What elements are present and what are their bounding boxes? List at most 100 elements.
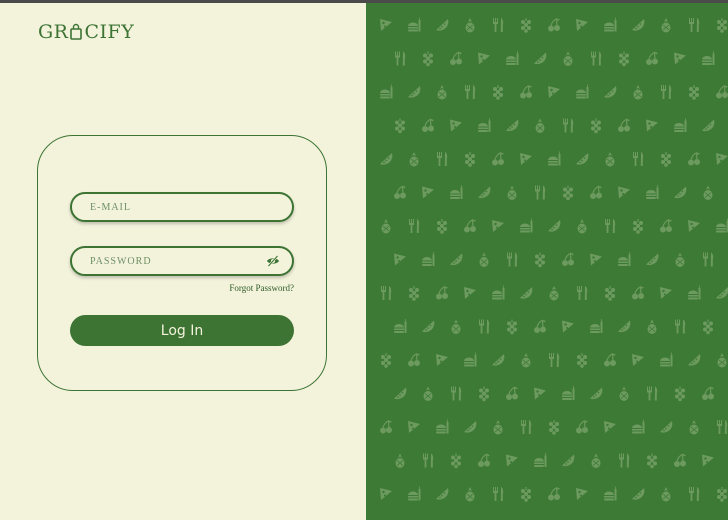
grapes-icon [479, 386, 489, 402]
pineapple-icon [535, 118, 545, 134]
grapes-icon [717, 487, 727, 502]
pineapple-icon [661, 486, 671, 502]
fork-knife-icon [395, 51, 406, 66]
cherries-icon [435, 285, 449, 301]
fork-knife-icon [689, 487, 700, 501]
pizza-slice-icon [548, 86, 560, 98]
pineapple-icon [675, 252, 685, 268]
cherries-icon [561, 252, 575, 267]
grapes-icon [451, 453, 461, 469]
fork-knife-icon [493, 487, 504, 501]
pineapple-icon [479, 252, 489, 268]
watermelon-icon [632, 488, 645, 500]
watermelon-icon [408, 86, 421, 98]
password-input[interactable] [90, 248, 260, 274]
cherries-icon [547, 17, 561, 33]
grapes-icon [577, 353, 587, 368]
watermelon-icon [590, 387, 603, 400]
cherries-icon [701, 386, 715, 401]
watermelon-icon [478, 186, 491, 199]
pizza-slice-icon [520, 153, 532, 165]
watermelon-icon [394, 387, 407, 400]
pineapple-icon [563, 51, 573, 67]
watermelon-icon [534, 52, 547, 65]
cherries-icon [477, 453, 491, 468]
burger-drink-icon [394, 319, 407, 333]
pineapple-icon [465, 486, 475, 502]
burger-drink-icon [534, 453, 547, 467]
burger-drink-icon [520, 218, 533, 233]
pizza-slice-icon [478, 52, 490, 65]
fork-knife-icon [409, 219, 420, 233]
fork-knife-icon [577, 286, 588, 300]
pineapple-icon [437, 84, 447, 100]
grapes-icon [591, 118, 601, 134]
brand-name-end: CIFY [84, 21, 135, 43]
cherries-icon [715, 84, 728, 100]
burger-drink-icon [646, 185, 659, 199]
burger-drink-icon [576, 84, 589, 99]
grapes-icon [521, 487, 531, 502]
burger-drink-icon [660, 352, 673, 367]
pizza-slice-icon [688, 220, 700, 232]
watermelon-icon [464, 421, 477, 433]
pizza-slice-icon [450, 119, 462, 132]
pizza-slice-icon [702, 454, 714, 467]
cherries-icon [659, 218, 673, 234]
shopping-bag-icon [69, 20, 83, 44]
burger-drink-icon [604, 17, 617, 32]
burger-drink-icon [618, 252, 631, 266]
forgot-password-link[interactable]: Forgot Password? [200, 283, 294, 293]
burger-drink-icon [674, 118, 687, 132]
cherries-icon [407, 352, 421, 368]
watermelon-icon [646, 253, 659, 266]
pineapple-icon [605, 151, 615, 167]
pineapple-icon [633, 84, 643, 100]
fork-knife-icon [703, 252, 714, 267]
pizza-slice-icon [408, 421, 420, 433]
pineapple-icon [647, 319, 657, 335]
watermelon-icon [576, 153, 589, 165]
pineapple-icon [619, 386, 629, 402]
eye-slash-icon[interactable] [266, 254, 280, 268]
pizza-slice-icon [576, 19, 588, 31]
watermelon-icon [422, 320, 435, 333]
cherries-icon [645, 51, 659, 66]
cherries-icon [589, 185, 603, 200]
fork-knife-icon [507, 252, 518, 267]
email-input[interactable] [90, 194, 260, 220]
burger-drink-icon [716, 218, 728, 233]
pizza-slice-icon [604, 421, 616, 433]
grapes-icon [395, 118, 405, 134]
login-button[interactable]: Log In [70, 315, 294, 346]
pineapple-icon [409, 151, 419, 167]
fork-knife-icon [675, 319, 686, 334]
pizza-slice-icon [380, 488, 392, 500]
cherries-icon [603, 352, 617, 368]
brand-logo[interactable]: GR CIFY [38, 20, 134, 44]
email-field[interactable] [70, 192, 294, 222]
grapes-icon [549, 420, 559, 435]
pineapple-icon [591, 453, 601, 469]
burger-drink-icon [548, 151, 561, 166]
password-field[interactable] [70, 246, 294, 276]
grapes-icon [689, 85, 699, 100]
pizza-slice-icon [590, 253, 602, 266]
burger-drink-icon [492, 285, 505, 300]
cherries-icon [533, 319, 547, 334]
fork-knife-icon [437, 152, 448, 166]
pizza-slice-icon [394, 253, 406, 266]
cherries-icon [491, 151, 505, 167]
grapes-icon [703, 319, 713, 335]
grapes-icon [605, 286, 615, 301]
grapes-icon [647, 453, 657, 469]
pizza-slice-icon [436, 354, 448, 366]
pizza-slice-icon [576, 488, 588, 500]
grapes-icon [717, 18, 727, 33]
grapes-icon [409, 286, 419, 301]
fork-knife-icon [619, 453, 630, 468]
pizza-slice-icon [562, 320, 574, 333]
pizza-slice-icon [660, 287, 672, 299]
pizza-slice-icon [422, 186, 434, 199]
pineapple-icon [507, 185, 517, 201]
